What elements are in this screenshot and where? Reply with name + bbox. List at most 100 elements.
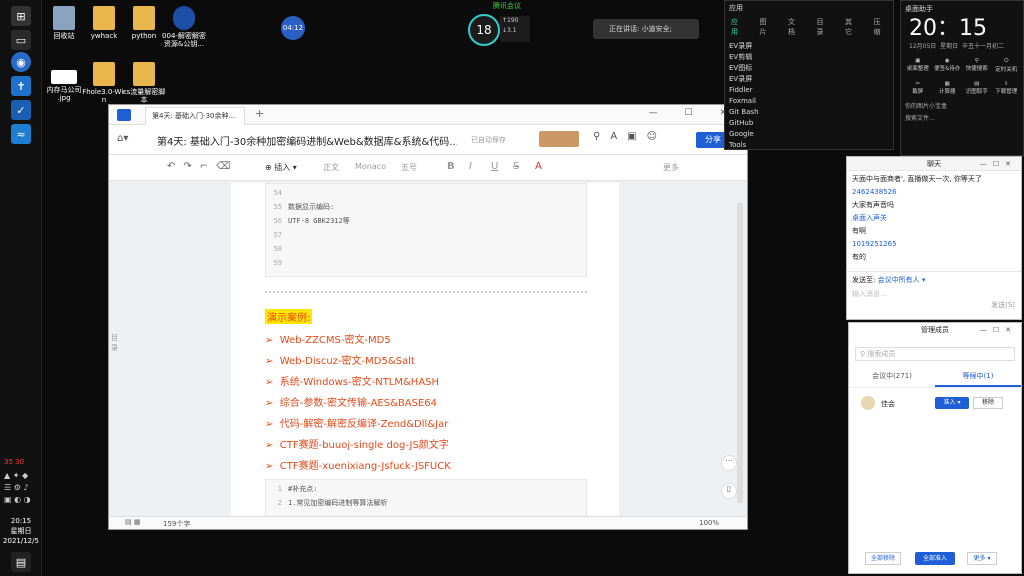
- launcher-item[interactable]: Fiddler: [729, 85, 893, 96]
- code-block-1[interactable]: 54 55 数据显示编码: 56 UTF-8 GBK2312等 57 58 59: [265, 183, 587, 277]
- insert-button[interactable]: ⊕ 插入 ▾: [265, 162, 297, 173]
- desktop-icon-zip[interactable]: 004-解密解密 资源&公钥...: [162, 6, 206, 48]
- notification-icon[interactable]: ▤: [11, 552, 31, 572]
- case-item: ➢ Web-ZZCMS-密文-MD5: [265, 335, 391, 346]
- desktop-icon-cs[interactable]: cs流量解密脚本: [122, 62, 166, 104]
- launcher-item[interactable]: EV录屏: [729, 74, 893, 85]
- more-float-icon[interactable]: ⋯: [721, 455, 737, 471]
- window-controls[interactable]: —☐✕: [980, 157, 1017, 171]
- pin-app-icon[interactable]: ✝: [11, 76, 31, 96]
- chat-messages: 天面中与面商者', 直播做天一次, 你等天了 2462438526 大家有声音吗…: [847, 171, 1021, 271]
- launcher-tab[interactable]: 图片: [760, 17, 774, 37]
- comment-float-icon[interactable]: ▯: [721, 483, 737, 499]
- meeting-app-icon[interactable]: ≈: [11, 124, 31, 144]
- launcher-tab[interactable]: 应用: [731, 17, 745, 37]
- window-controls[interactable]: —☐✕: [980, 323, 1017, 337]
- launcher-item[interactable]: EV图标: [729, 63, 893, 74]
- new-tab-icon[interactable]: +: [255, 107, 264, 120]
- assistant-tool[interactable]: ⏻ 定时关机: [992, 58, 1022, 73]
- case-item: ➢ 系统-Windows-密文-NTLM&HASH: [265, 377, 440, 388]
- size-select[interactable]: 五号: [401, 162, 417, 173]
- launcher-tab[interactable]: 压缩: [874, 17, 888, 37]
- member-title: 管理成员: [921, 326, 949, 334]
- send-button[interactable]: 发送(S): [991, 300, 1015, 310]
- tab-in-meeting[interactable]: 会议中(271): [849, 371, 935, 387]
- scrollbar[interactable]: [737, 203, 743, 503]
- home-icon[interactable]: ⌂▾: [117, 133, 128, 144]
- document-page[interactable]: 54 55 数据显示编码: 56 UTF-8 GBK2312等 57 58 59 演…: [231, 183, 619, 518]
- desktop-icon-ywhack[interactable]: ywhack: [82, 6, 126, 40]
- tray-icons[interactable]: ▲ ✦ ◆ ☰ ⚙ ♪ ▣ ◐ ◑: [4, 470, 38, 512]
- desktop-icon-recycle[interactable]: 回收站: [42, 6, 86, 40]
- assistant-tool[interactable]: ▤ 识图取字: [962, 81, 992, 95]
- strike-button[interactable]: S: [513, 161, 519, 172]
- outline-label[interactable]: 目录: [111, 333, 121, 353]
- editor-tab[interactable]: 第4天: 基础入门-30余种...: [145, 107, 245, 125]
- chat-input[interactable]: 输入消息...: [852, 289, 1016, 299]
- member-search-input[interactable]: ⚲ 搜索成员: [855, 347, 1015, 361]
- view-icons[interactable]: ▤ ▦: [125, 518, 140, 526]
- folder-shortcut[interactable]: 你的图片小宝盒: [901, 95, 1023, 110]
- undo-redo-icons[interactable]: ↶↷⌐⌫: [167, 161, 238, 172]
- desktop-icon-jpg[interactable]: 内存马公司 .jpg: [42, 70, 86, 102]
- launcher-item[interactable]: Git Bash: [729, 107, 893, 118]
- launcher-item[interactable]: GitHub: [729, 118, 893, 129]
- editor-titlebar: 第4天: 基础入门-30余种... + — ☐ ✕: [109, 105, 747, 125]
- app-logo-icon: [117, 109, 131, 121]
- tray-clock[interactable]: 20:15 星期日 2021/12/5: [0, 516, 42, 546]
- shield-icon[interactable]: ✓: [11, 100, 31, 120]
- assistant-tools: ▣ 桌面整理 ◉ 便签&待办 ⚲ 快捷搜索 ⏻ 定时关机 ✂ 截屏 ▦ 计算器 ▤ 识图取字 …: [901, 50, 1023, 95]
- launcher-item[interactable]: Google: [729, 129, 893, 140]
- chrome-icon[interactable]: ◉: [11, 52, 31, 72]
- assistant-tool[interactable]: ⇩ 下载管理: [992, 81, 1022, 95]
- zoom-level[interactable]: 100%: [699, 519, 719, 527]
- assistant-tool[interactable]: ✂ 截屏: [903, 81, 933, 95]
- meeting-timer-badge[interactable]: 04:12: [281, 16, 305, 40]
- collaborators-avatars[interactable]: [539, 131, 579, 147]
- assistant-tool[interactable]: ◉ 便签&待办: [933, 58, 963, 73]
- code-block-2[interactable]: 1 #补充点: 2 1.常见加密编码进制等算法解析: [265, 479, 587, 518]
- remove-button[interactable]: 移除: [973, 397, 1003, 409]
- font-color-button[interactable]: A: [535, 161, 542, 172]
- clock-day: 星期日: [10, 527, 32, 535]
- editor-toolbar: ⌂▾ 第4天: 基础入门-30余种加密编码进制&Web&数据库&系统&代码...…: [109, 125, 747, 155]
- more-button[interactable]: 更多 ▾: [967, 552, 997, 565]
- chat-message: 有的: [852, 253, 866, 261]
- launcher-title: 应用: [729, 4, 743, 12]
- assistant-tool[interactable]: ▣ 桌面整理: [903, 58, 933, 73]
- italic-button[interactable]: I: [469, 161, 472, 172]
- windows-start-icon[interactable]: ⊞: [11, 6, 31, 26]
- case-item: ➢ CTF赛题-xuenixiang-Jsfuck-JSFUCK: [265, 461, 451, 472]
- more-button[interactable]: 更多: [663, 162, 679, 173]
- doc-title[interactable]: 第4天: 基础入门-30余种加密编码进制&Web&数据库&系统&代码...: [157, 133, 457, 148]
- launcher-item[interactable]: Tools: [729, 140, 893, 151]
- launcher-tab[interactable]: 文档: [788, 17, 802, 37]
- task-view-icon[interactable]: ▭: [11, 30, 31, 50]
- toolbar-icons[interactable]: ⚲A▣☺: [593, 131, 667, 142]
- editor-window: 第4天: 基础入门-30余种... + — ☐ ✕ ⌂▾ 第4天: 基础入门-3…: [108, 104, 748, 530]
- assistant-tool[interactable]: ▦ 计算器: [933, 81, 963, 95]
- recycle-bin-icon: [53, 6, 75, 30]
- launcher-item[interactable]: EV剪辑: [729, 52, 893, 63]
- underline-button[interactable]: U: [491, 161, 498, 172]
- assistant-tool[interactable]: ⚲ 快捷搜索: [962, 58, 992, 73]
- tab-waiting[interactable]: 等候中(1): [935, 371, 1021, 387]
- remove-all-button[interactable]: 全部移除: [865, 552, 901, 565]
- font-select[interactable]: Monaco: [355, 162, 386, 171]
- word-count[interactable]: 159个字: [163, 519, 190, 529]
- admit-all-button[interactable]: 全部准入: [915, 552, 955, 565]
- send-to-select[interactable]: 会议中所有人 ▾: [878, 276, 926, 284]
- desktop-icon-python[interactable]: python: [122, 6, 166, 40]
- launcher-tab[interactable]: 目录: [817, 17, 831, 37]
- desktop-icon-fhole[interactable]: Fhole3.0-Wi-n: [82, 62, 126, 104]
- case-item: ➢ CTF赛题-buuoj-single dog-JS颜文字: [265, 440, 449, 451]
- launcher-item[interactable]: Foxmail: [729, 96, 893, 107]
- launcher-item[interactable]: EV录屏: [729, 41, 893, 52]
- launcher-list: EV录屏 EV剪辑 EV图标 EV录屏 Fiddler Foxmail Git …: [725, 41, 893, 151]
- style-select[interactable]: 正文: [323, 162, 339, 173]
- launcher-tab[interactable]: 其它: [845, 17, 859, 37]
- bold-button[interactable]: B: [447, 161, 455, 172]
- admit-button[interactable]: 准入 ▾: [935, 397, 969, 409]
- file-search[interactable]: 搜索文件...: [901, 110, 1023, 122]
- chat-message: 1019251265: [852, 240, 897, 248]
